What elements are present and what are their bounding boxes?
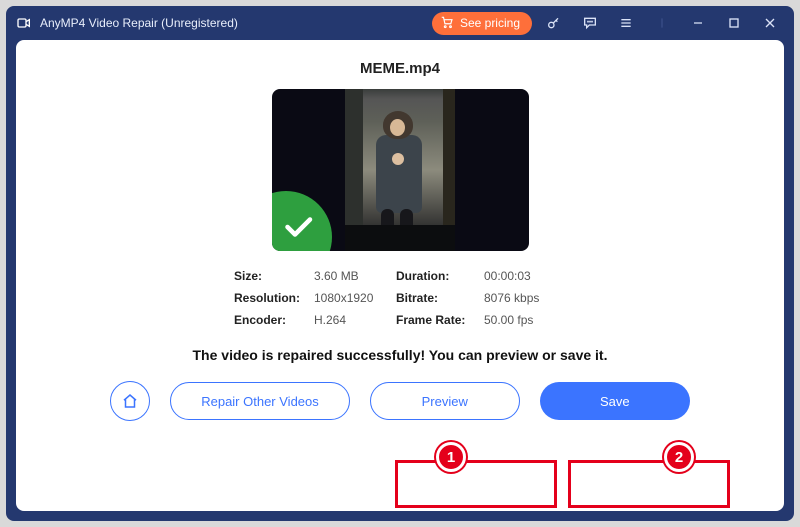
video-frame xyxy=(345,89,455,251)
annotation-badge-2: 2 xyxy=(664,442,694,472)
meta-duration-label: Duration: xyxy=(396,269,484,283)
status-message: The video is repaired successfully! You … xyxy=(193,347,608,363)
annotation-box-2 xyxy=(568,460,730,508)
meta-size-value: 3.60 MB xyxy=(314,269,396,283)
file-name: MEME.mp4 xyxy=(360,60,440,77)
button-row: Repair Other Videos Preview Save xyxy=(110,381,690,421)
see-pricing-label: See pricing xyxy=(460,16,520,30)
meta-resolution-value: 1080x1920 xyxy=(314,291,396,305)
minimize-button[interactable] xyxy=(684,9,712,37)
metadata-grid: Size: 3.60 MB Duration: 00:00:03 Resolut… xyxy=(234,269,566,327)
app-logo-icon xyxy=(16,15,32,31)
close-button[interactable] xyxy=(756,9,784,37)
repair-other-label: Repair Other Videos xyxy=(201,394,319,409)
menu-icon[interactable] xyxy=(612,9,640,37)
meta-duration-value: 00:00:03 xyxy=(484,269,566,283)
meta-encoder-label: Encoder: xyxy=(234,313,314,327)
meta-bitrate-value: 8076 kbps xyxy=(484,291,566,305)
feedback-icon[interactable] xyxy=(576,9,604,37)
meta-bitrate-label: Bitrate: xyxy=(396,291,484,305)
see-pricing-button[interactable]: See pricing xyxy=(432,12,532,35)
home-button[interactable] xyxy=(110,381,150,421)
maximize-button[interactable] xyxy=(720,9,748,37)
app-window: AnyMP4 Video Repair (Unregistered) See p… xyxy=(6,6,794,521)
repair-other-videos-button[interactable]: Repair Other Videos xyxy=(170,382,350,420)
titlebar: AnyMP4 Video Repair (Unregistered) See p… xyxy=(6,6,794,40)
meta-encoder-value: H.264 xyxy=(314,313,396,327)
meta-framerate-value: 50.00 fps xyxy=(484,313,566,327)
video-thumbnail xyxy=(272,89,529,251)
meta-framerate-label: Frame Rate: xyxy=(396,313,484,327)
meta-resolution-label: Resolution: xyxy=(234,291,314,305)
meta-size-label: Size: xyxy=(234,269,314,283)
content-area: MEME.mp4 Size: 3.60 MB Duration: 00:00:0… xyxy=(16,40,784,511)
preview-button[interactable]: Preview xyxy=(370,382,520,420)
save-label: Save xyxy=(600,394,630,409)
annotation-badge-1: 1 xyxy=(436,442,466,472)
preview-label: Preview xyxy=(422,394,468,409)
divider xyxy=(648,9,676,37)
cart-icon xyxy=(440,15,454,32)
app-title: AnyMP4 Video Repair (Unregistered) xyxy=(40,16,238,30)
save-button[interactable]: Save xyxy=(540,382,690,420)
annotation-box-1 xyxy=(395,460,557,508)
key-icon[interactable] xyxy=(540,9,568,37)
